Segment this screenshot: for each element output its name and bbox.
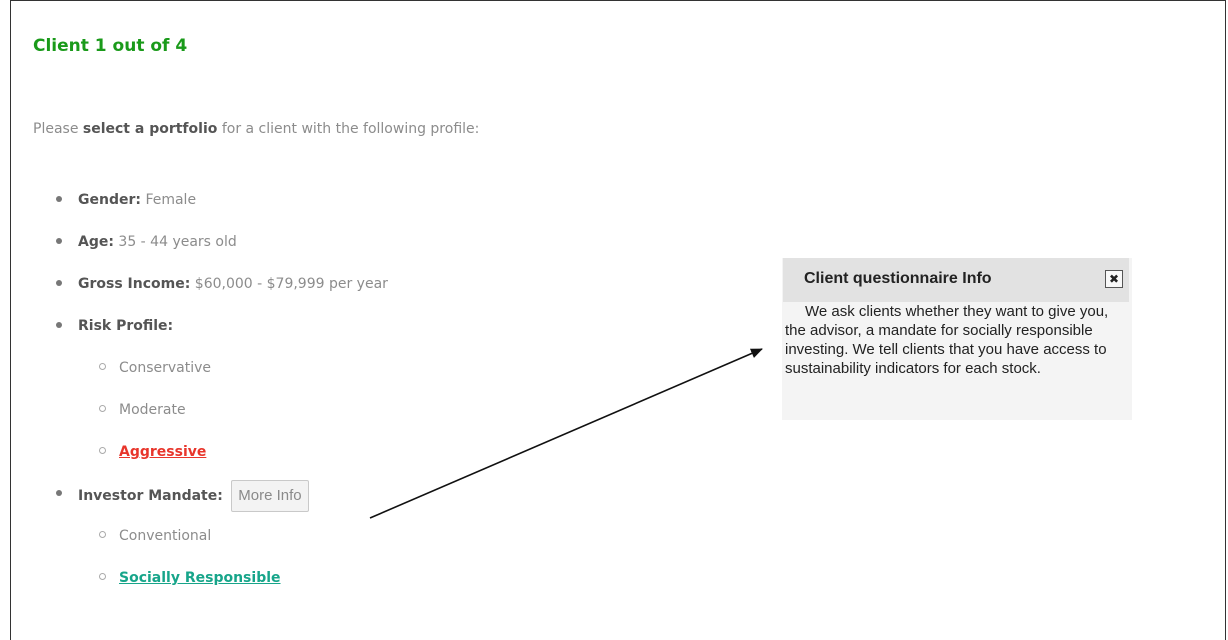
gender-label: Gender:: [78, 192, 141, 208]
client-counter-title: Client 1 out of 4: [33, 36, 188, 56]
risk-option-conservative: Conservative: [99, 354, 211, 396]
risk-option-moderate: Moderate: [99, 396, 211, 438]
risk-options: Conservative Moderate Aggressive: [99, 354, 211, 480]
more-info-button[interactable]: More Info: [231, 480, 309, 512]
intro-suffix: for a client with the following profile:: [217, 121, 480, 137]
popup-body: We ask clients whether they want to give…: [785, 303, 1109, 377]
client-profile-list: Gender: Female Age: 35 - 44 years old Gr…: [55, 186, 388, 610]
intro-emphasis: select a portfolio: [82, 121, 218, 137]
income-value: $60,000 - $79,999 per year: [194, 276, 388, 292]
instructions: Please select a portfolio for a client w…: [33, 121, 479, 137]
profile-item-income: Gross Income: $60,000 - $79,999 per year: [55, 270, 388, 312]
popup-title: Client questionnaire Info: [804, 270, 992, 287]
mandate-option-conventional: Conventional: [99, 522, 281, 564]
risk-option-label: Conservative: [119, 360, 212, 376]
risk-label: Risk Profile:: [78, 318, 174, 334]
risk-option-aggressive: Aggressive: [99, 438, 211, 480]
income-label: Gross Income:: [78, 276, 191, 292]
mandate-option-socially-responsible: Socially Responsible: [99, 564, 281, 606]
risk-option-label: Moderate: [119, 402, 186, 418]
intro-prefix: Please: [33, 121, 83, 137]
risk-option-selected: Aggressive: [119, 444, 207, 460]
profile-item-mandate: Investor Mandate: More Info Conventional…: [55, 480, 388, 610]
age-value: 35 - 44 years old: [118, 234, 237, 250]
mandate-label: Investor Mandate:: [78, 488, 223, 504]
age-label: Age:: [78, 234, 114, 250]
gender-value: Female: [145, 192, 197, 208]
mandate-options: Conventional Socially Responsible: [99, 522, 281, 606]
close-icon[interactable]: ✖: [1105, 270, 1123, 288]
questionnaire-info-popup: Client questionnaire Info ✖ We ask clien…: [782, 258, 1132, 420]
profile-item-risk: Risk Profile: Conservative Moderate Aggr…: [55, 312, 388, 480]
mandate-option-label: Conventional: [119, 528, 212, 544]
profile-item-age: Age: 35 - 44 years old: [55, 228, 388, 270]
profile-item-gender: Gender: Female: [55, 186, 388, 228]
mandate-option-selected: Socially Responsible: [119, 570, 281, 586]
popup-header: Client questionnaire Info ✖: [783, 258, 1129, 302]
